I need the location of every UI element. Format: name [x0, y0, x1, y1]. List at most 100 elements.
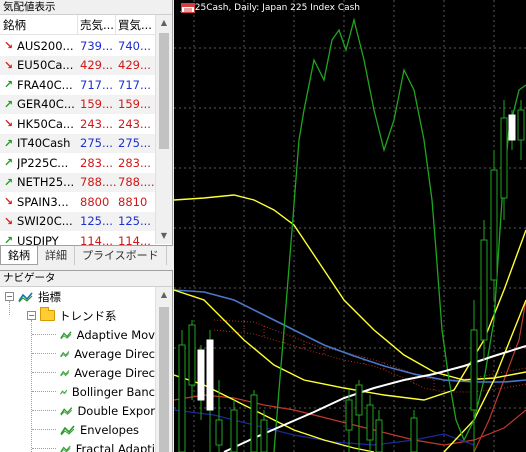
- navigator-indicator-item[interactable]: Average Direc: [0, 363, 155, 382]
- symbol-name: AUS200...: [17, 38, 74, 53]
- market-watch-row[interactable]: ↗ JP225C... 283... 283...: [0, 153, 155, 173]
- indicator-icon: [60, 330, 72, 339]
- tree-label: Average Direc: [74, 346, 155, 361]
- tree-label: Bollinger Banc: [71, 384, 155, 399]
- price-chart[interactable]: JP225Cash, Daily: Japan 225 Index Cash: [174, 0, 526, 452]
- ask-price: 740...: [118, 38, 151, 53]
- indicator-icon: [60, 424, 75, 435]
- arrow-up-icon: ↗: [3, 97, 14, 111]
- scroll-thumb[interactable]: [159, 33, 169, 149]
- tree-node-trend-folder[interactable]: − トレンド系: [0, 306, 155, 325]
- market-watch-row[interactable]: ↘ HK50Ca... 243... 243...: [0, 114, 155, 134]
- tab-symbols[interactable]: 銘柄: [0, 246, 38, 265]
- chart-canvas[interactable]: [174, 0, 526, 452]
- market-watch-title: 気配値表示: [0, 0, 172, 15]
- bid-price: 243...: [80, 116, 113, 131]
- bid-price: 283...: [80, 155, 113, 170]
- indicator-icon: [60, 406, 73, 416]
- chart-title-text: JP225Cash, Daily: Japan 225 Index Cash: [181, 3, 361, 13]
- tree-label: トレンド系: [59, 308, 117, 323]
- symbol-name: HK50Ca...: [17, 116, 74, 131]
- scroll-up-icon[interactable]: ▲: [156, 15, 172, 31]
- ask-price: 275...: [118, 136, 151, 151]
- navigator-indicator-item[interactable]: Adaptive Mov: [0, 325, 155, 344]
- ask-price: 8810: [118, 194, 148, 209]
- bid-price: 739...: [80, 38, 113, 53]
- symbol-name: NETH25...: [17, 175, 75, 190]
- tree-label: Envelopes: [80, 422, 140, 437]
- bid-price: 429...: [80, 58, 113, 73]
- arrow-up-icon: ↗: [3, 156, 14, 170]
- folder-icon: [40, 307, 55, 321]
- indicator-icon: [60, 445, 71, 452]
- market-watch-row[interactable]: ↗ GER40C... 159... 159...: [0, 94, 155, 114]
- navigator-scrollbar[interactable]: ▲: [155, 287, 172, 452]
- navigator-indicator-item[interactable]: Double Expor: [0, 401, 155, 420]
- arrow-up-icon: ↗: [3, 78, 14, 92]
- collapse-icon[interactable]: −: [5, 292, 14, 301]
- symbol-name: SWI20C...: [17, 214, 73, 229]
- symbol-name: GER40C...: [17, 97, 75, 112]
- candles: [178, 100, 525, 452]
- scroll-up-icon[interactable]: ▲: [156, 287, 172, 303]
- arrow-down-icon: ↘: [3, 195, 14, 209]
- bid-price: 717...: [80, 77, 113, 92]
- chart-title: JP225Cash, Daily: Japan 225 Index Cash: [181, 3, 360, 13]
- scroll-down-icon[interactable]: ▼: [156, 228, 172, 244]
- symbol-name: JP225C...: [17, 155, 69, 170]
- market-watch-panel: 気配値表示 銘柄 売気... 買気... ↘ AUS200... 739... 740…: [0, 0, 173, 265]
- arrow-up-icon: ↗: [3, 136, 14, 150]
- market-watch-row[interactable]: ↗ NETH25... 788.... 788....: [0, 172, 155, 192]
- bid-price: 788....: [80, 175, 116, 190]
- scroll-thumb[interactable]: [159, 307, 169, 452]
- ask-price: 159...: [118, 97, 151, 112]
- indicator-icon: [60, 389, 68, 395]
- market-watch-row[interactable]: ↘ SPAIN3... 8800 8810: [0, 192, 155, 212]
- navigator-indicator-item[interactable]: Envelopes: [0, 420, 155, 439]
- indicator-icon: [18, 291, 33, 302]
- navigator-indicator-item[interactable]: Fractal Adapti: [0, 439, 155, 452]
- market-watch-row[interactable]: ↗ IT40Cash 275... 275...: [0, 133, 155, 153]
- ask-price: 125...: [118, 214, 151, 229]
- market-watch-row[interactable]: ↗ FRA40C... 717... 717...: [0, 75, 155, 95]
- market-watch-row[interactable]: ↘ SWI20C... 125... 125...: [0, 211, 155, 231]
- ask-price: 429...: [118, 58, 151, 73]
- arrow-down-icon: ↘: [3, 117, 14, 131]
- arrow-down-icon: ↘: [3, 58, 14, 72]
- arrow-down-icon: ↘: [3, 39, 14, 53]
- tree-label: Adaptive Mov: [76, 327, 155, 342]
- app-window: 気配値表示 銘柄 売気... 買気... ↘ AUS200... 739... 740…: [0, 0, 526, 452]
- column-ask[interactable]: 買気...: [116, 15, 155, 34]
- symbol-name: EU50Ca...: [17, 58, 74, 73]
- market-watch-row[interactable]: ↘ AUS200... 739... 740...: [0, 36, 155, 56]
- symbol-name: IT40Cash: [17, 136, 71, 151]
- tree-node-indicators[interactable]: − 指標: [0, 287, 155, 306]
- symbol-name: SPAIN3...: [17, 194, 69, 209]
- navigator-tree: − 指標 − トレンド系 Adaptive Mov Average Direc Av…: [0, 287, 155, 452]
- chart-window-icon: [181, 3, 195, 13]
- tree-label: Average Direc: [74, 365, 155, 380]
- bid-price: 8800: [80, 194, 110, 209]
- bid-price: 275...: [80, 136, 113, 151]
- tab-details[interactable]: 詳細: [38, 246, 75, 265]
- market-watch-row[interactable]: ↘ EU50Ca... 429... 429...: [0, 55, 155, 75]
- column-bid[interactable]: 売気...: [78, 15, 116, 34]
- collapse-icon[interactable]: −: [27, 311, 36, 320]
- ask-price: 243...: [118, 116, 151, 131]
- green-line: [273, 17, 526, 452]
- market-watch-scrollbar[interactable]: ▲ ▼: [155, 15, 172, 244]
- ask-price: 283...: [118, 155, 151, 170]
- tree-label: Fractal Adapti: [75, 441, 155, 452]
- tree-label: Double Expor: [77, 403, 155, 418]
- ask-price: 788....: [118, 175, 154, 190]
- navigator-indicator-item[interactable]: Average Direc: [0, 344, 155, 363]
- arrow-up-icon: ↗: [3, 175, 14, 189]
- symbol-name: FRA40C...: [17, 77, 73, 92]
- tree-label: 指標: [38, 289, 61, 304]
- indicator-icon: [60, 369, 70, 376]
- navigator-indicator-item[interactable]: Bollinger Banc: [0, 382, 155, 401]
- arrow-down-icon: ↘: [3, 214, 14, 228]
- column-symbol[interactable]: 銘柄: [0, 15, 78, 34]
- navigator-title: ナビゲータ: [0, 271, 172, 287]
- tab-price-board[interactable]: プライスボード: [75, 246, 167, 265]
